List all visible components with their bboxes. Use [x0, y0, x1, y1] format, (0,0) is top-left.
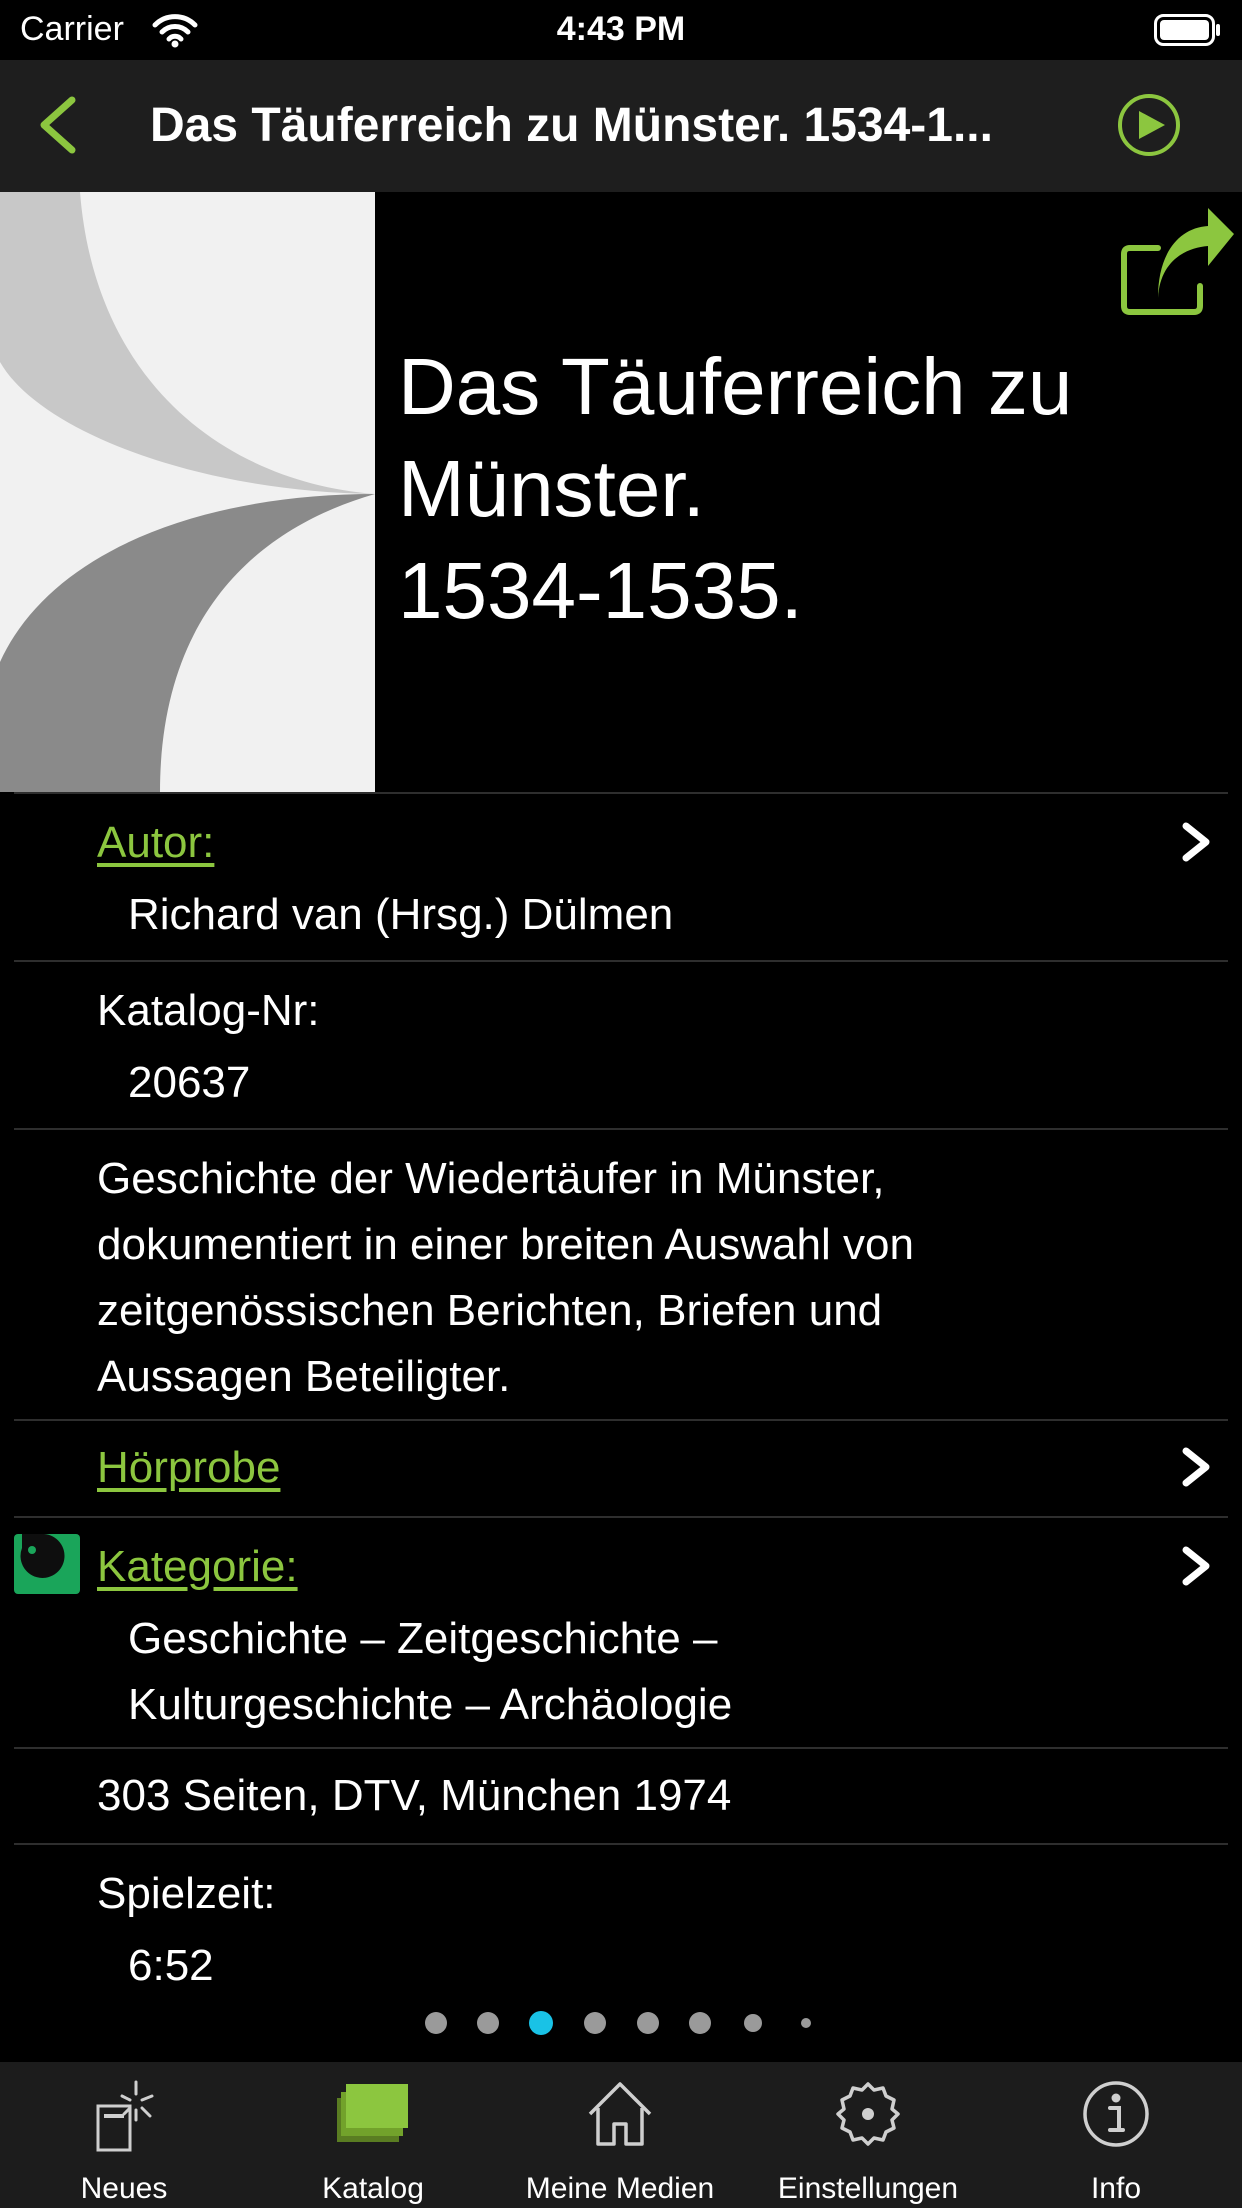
publication-row: 303 Seiten, DTV, München 1974 — [0, 1749, 1242, 1843]
chevron-right-icon — [1182, 822, 1210, 862]
description-line: Aussagen Beteiligter. — [97, 1352, 511, 1401]
status-bar: Carrier 4:43 PM — [0, 0, 1242, 60]
sample-row[interactable]: Hörprobe — [0, 1421, 1242, 1515]
play-icon[interactable] — [1116, 92, 1182, 158]
tab-meine-medien[interactable]: Meine Medien — [500, 2062, 740, 2208]
category-value: Geschichte – Zeitgeschichte – Kulturgesc… — [128, 1606, 732, 1738]
author-row[interactable]: Autor: Richard van (Hrsg.) Dülmen — [0, 794, 1242, 960]
tab-bar: Neues Katalog Meine Medien Einstellungen… — [0, 2062, 1242, 2208]
book-title-line: 1534-1535. — [398, 546, 803, 635]
new-items-icon — [96, 2080, 154, 2152]
description-text: Geschichte der Wiedertäufer in Münster, … — [97, 1146, 1177, 1410]
battery-icon — [1154, 14, 1220, 46]
tab-label: Einstellungen — [777, 2172, 959, 2205]
catalog-icon — [337, 2084, 408, 2142]
tab-info[interactable]: Info — [996, 2062, 1236, 2208]
page-dot — [584, 2012, 606, 2034]
chevron-right-icon — [1182, 1546, 1210, 1586]
tab-label: Info — [1090, 2172, 1142, 2205]
description-row: Geschichte der Wiedertäufer in Münster, … — [0, 1130, 1242, 1418]
category-line: Geschichte – Zeitgeschichte – — [128, 1614, 718, 1663]
category-line: Kulturgeschichte – Archäologie — [128, 1680, 733, 1729]
page-dot — [425, 2012, 447, 2034]
description-line: dokumentiert in einer breiten Auswahl vo… — [97, 1220, 914, 1269]
author-label[interactable]: Autor: — [97, 818, 214, 868]
category-label[interactable]: Kategorie: — [97, 1542, 298, 1592]
catalog-value: 20637 — [128, 1058, 251, 1107]
clock: 4:43 PM — [556, 10, 686, 48]
playtime-value: 6:52 — [128, 1941, 214, 1983]
page-dot-active — [529, 2011, 553, 2035]
book-title: Das Täuferreich zu Münster. 1534-1535. — [398, 336, 1198, 642]
tab-katalog[interactable]: Katalog — [253, 2062, 493, 2208]
chevron-right-icon — [1182, 1447, 1210, 1487]
info-icon — [1083, 2081, 1149, 2147]
tab-label: Katalog — [322, 2172, 424, 2205]
navigation-bar: Das Täuferreich zu Münster. 1534-1... — [0, 60, 1242, 192]
description-line: zeitgenössischen Berichten, Briefen und — [97, 1286, 883, 1335]
playtime-row: Spielzeit: 6:52 — [0, 1845, 1242, 1983]
playtime-label: Spielzeit: — [97, 1869, 276, 1918]
home-icon — [588, 2082, 652, 2146]
tab-einstellungen[interactable]: Einstellungen — [748, 2062, 988, 2208]
page-title: Das Täuferreich zu Münster. 1534-1... — [150, 99, 993, 152]
tab-label: Neues — [80, 2172, 168, 2205]
description-line: Geschichte der Wiedertäufer in Münster, — [97, 1154, 885, 1203]
page-dot — [477, 2012, 499, 2034]
page-dot — [744, 2014, 762, 2032]
publication-info: 303 Seiten, DTV, München 1974 — [97, 1771, 732, 1820]
page-dot — [801, 2018, 811, 2028]
book-title-line: Das Täuferreich zu — [398, 342, 1073, 431]
book-cover — [0, 192, 375, 792]
gear-icon — [836, 2082, 900, 2146]
catalog-label: Katalog-Nr: — [97, 986, 320, 1035]
book-title-line: Münster. — [398, 444, 705, 533]
tab-neues[interactable]: Neues — [4, 2062, 244, 2208]
author-value: Richard van (Hrsg.) Dülmen — [128, 890, 674, 939]
page-indicator[interactable] — [0, 2008, 1242, 2038]
book-header: Das Täuferreich zu Münster. 1534-1535. — [0, 192, 1242, 792]
tab-label: Meine Medien — [525, 2172, 715, 2205]
category-badge-icon — [14, 1534, 80, 1594]
page-dot — [689, 2012, 711, 2034]
share-icon[interactable] — [1118, 206, 1234, 318]
catalog-row: Katalog-Nr: 20637 — [0, 962, 1242, 1128]
page-dot — [637, 2012, 659, 2034]
audio-sample-link[interactable]: Hörprobe — [97, 1443, 280, 1493]
back-chevron-icon[interactable] — [30, 90, 90, 160]
category-row[interactable]: Kategorie: Geschichte – Zeitgeschichte –… — [0, 1518, 1242, 1746]
